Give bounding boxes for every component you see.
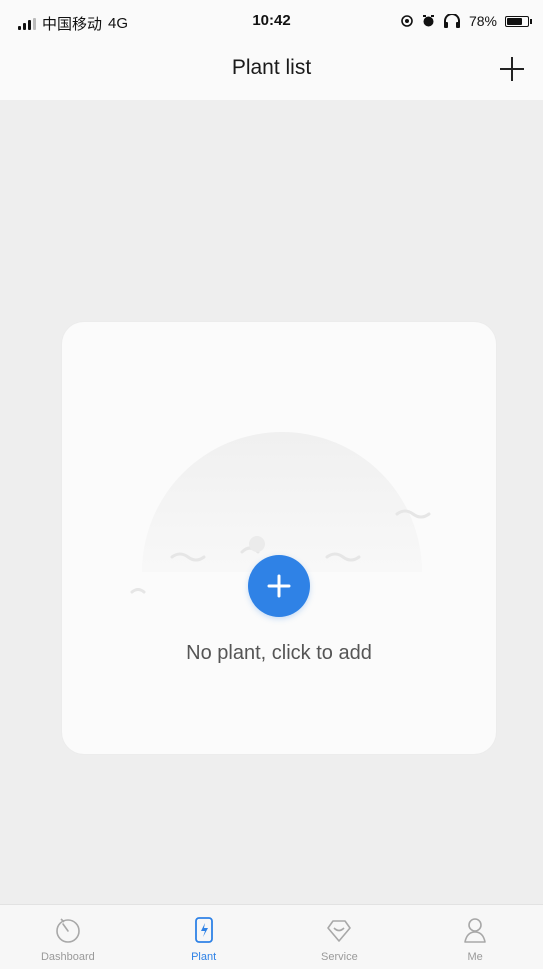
battery-percent: 78% xyxy=(468,13,497,29)
tab-label: Service xyxy=(321,951,358,963)
page-title: Plant list xyxy=(231,56,312,79)
nav-bar: Plant list xyxy=(0,42,543,100)
status-right: 78% xyxy=(400,13,532,29)
empty-state-card[interactable]: No plant, click to add xyxy=(62,322,496,754)
user-icon xyxy=(464,918,486,943)
tab-label: Dashboard xyxy=(40,951,95,963)
status-bar: 中国移动 4G 10:42 78% xyxy=(0,0,543,42)
tab-bar: Dashboard Plant Service Me xyxy=(0,904,543,969)
tab-label: Plant xyxy=(191,951,217,963)
add-plant-circle-button[interactable] xyxy=(248,555,310,617)
tab-plant[interactable]: Plant xyxy=(136,905,272,969)
headphones-icon xyxy=(443,14,460,28)
tab-service[interactable]: Service xyxy=(272,905,408,969)
battery-fill xyxy=(507,17,522,25)
empty-state-message[interactable]: No plant, click to add xyxy=(62,642,496,665)
location-icon xyxy=(401,15,413,27)
alarm-icon xyxy=(422,15,434,27)
dashboard-icon xyxy=(56,918,80,943)
service-icon xyxy=(327,920,352,942)
tab-me[interactable]: Me xyxy=(407,905,543,969)
add-plant-button[interactable] xyxy=(495,52,529,86)
battery-icon xyxy=(505,15,532,27)
tab-dashboard[interactable]: Dashboard xyxy=(0,905,136,969)
plant-icon xyxy=(194,917,213,943)
tab-label: Me xyxy=(467,951,483,963)
plus-icon xyxy=(267,574,291,598)
app-screen: 中国移动 4G 10:42 78% Plant list No plant, c… xyxy=(0,0,543,969)
